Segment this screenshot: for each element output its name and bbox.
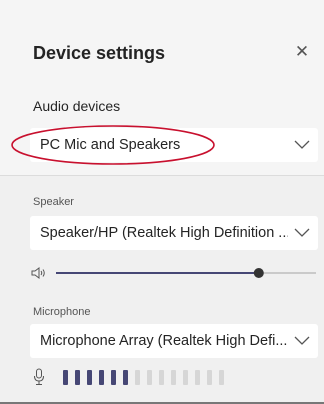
mic-level-segment-inactive: [171, 370, 176, 385]
mic-level-segment-active: [111, 370, 116, 385]
audio-device-value: PC Mic and Speakers: [40, 137, 181, 153]
chevron-down-icon: [294, 140, 310, 149]
mic-level-segment-active: [63, 370, 68, 385]
mic-level-segment-inactive: [135, 370, 140, 385]
mic-level-segment-inactive: [219, 370, 224, 385]
speaker-device-value: Speaker/HP (Realtek High Definition ...: [40, 225, 288, 241]
mic-level-segment-active: [75, 370, 80, 385]
volume-thumb[interactable]: [253, 268, 264, 278]
chevron-down-icon: [294, 228, 310, 237]
page-title: Device settings: [33, 43, 166, 63]
microphone-device-value: Microphone Array (Realtek High Defi...: [40, 333, 288, 349]
mic-level-segment-inactive: [159, 370, 164, 385]
mic-level-segment-inactive: [147, 370, 152, 385]
audio-device-dropdown[interactable]: PC Mic and Speakers: [30, 128, 318, 162]
microphone-icon: [34, 368, 44, 385]
mic-level-segment-inactive: [207, 370, 212, 385]
mic-level-segment-active: [123, 370, 128, 385]
volume-slider[interactable]: [55, 264, 317, 282]
close-icon: ✕: [294, 42, 310, 61]
speaker-dropdown[interactable]: Speaker/HP (Realtek High Definition ...: [30, 216, 318, 250]
close-button[interactable]: ✕: [290, 40, 314, 64]
chevron-down-icon: [294, 336, 310, 345]
audio-devices-heading: Audio devices: [33, 98, 121, 114]
speaker-icon: [31, 267, 45, 279]
mic-level-segment-inactive: [183, 370, 188, 385]
microphone-dropdown[interactable]: Microphone Array (Realtek High Defi...: [30, 324, 318, 358]
mic-level-segment-active: [87, 370, 92, 385]
mic-level-segment-active: [99, 370, 104, 385]
microphone-label: Microphone: [33, 306, 91, 318]
speaker-label: Speaker: [33, 196, 74, 208]
mic-level-segment-inactive: [195, 370, 200, 385]
microphone-level-meter: [63, 370, 224, 386]
